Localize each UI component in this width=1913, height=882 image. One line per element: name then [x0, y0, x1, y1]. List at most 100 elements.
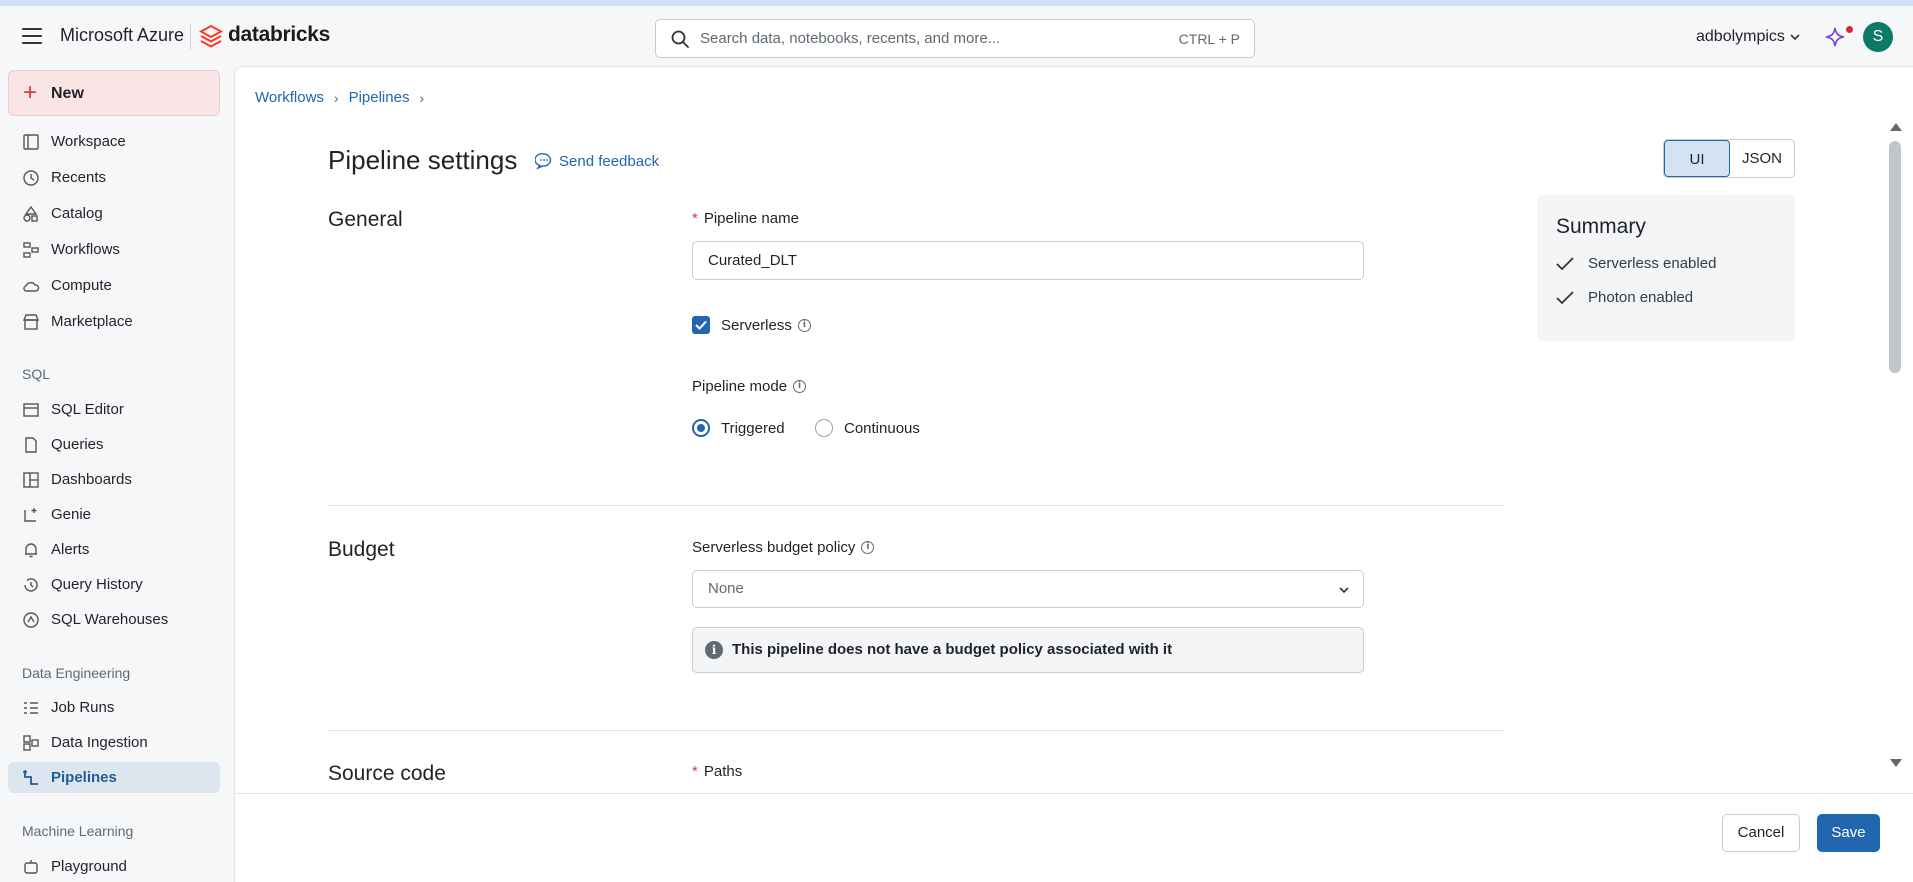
sidebar-item-pipelines[interactable]: Pipelines — [8, 762, 220, 793]
section-general-heading: General — [328, 208, 403, 231]
cloud-icon — [23, 281, 40, 292]
serverless-label-text: Serverless — [721, 317, 792, 334]
scroll-up-arrow-icon[interactable] — [1890, 123, 1902, 131]
pipeline-name-label-text: Pipeline name — [703, 210, 799, 227]
search-icon — [671, 30, 689, 48]
mode-triggered-radio[interactable] — [692, 419, 710, 437]
mode-continuous-radio[interactable] — [815, 419, 833, 437]
brand-databricks[interactable]: databricks — [228, 23, 330, 47]
sql-editor-icon — [23, 403, 39, 417]
notification-dot — [1846, 26, 1853, 33]
section-divider — [328, 505, 1504, 506]
sidebar-item-marketplace[interactable]: Marketplace — [8, 306, 220, 337]
sidebar-item-catalog[interactable]: Catalog — [8, 198, 220, 229]
workspace-switcher[interactable]: adbolympics — [1696, 28, 1801, 46]
cancel-button[interactable]: Cancel — [1722, 814, 1800, 852]
sidebar-item-genie[interactable]: Genie — [8, 499, 220, 530]
sidebar-item-label: Workspace — [51, 133, 126, 150]
sidebar-item-job-runs[interactable]: Job Runs — [8, 692, 220, 723]
global-search[interactable]: Search data, notebooks, recents, and mor… — [655, 19, 1255, 58]
scroll-thumb[interactable] — [1889, 141, 1901, 373]
sidebar: + New Workspace Recents Catalog Workflow… — [0, 68, 232, 882]
summary-item: Photon enabled — [1556, 289, 1693, 306]
sidebar-item-playground[interactable]: Playground — [8, 851, 220, 882]
workspace-name: adbolympics — [1696, 28, 1785, 45]
speech-bubble-icon — [535, 153, 552, 170]
scroll-down-arrow-icon[interactable] — [1890, 759, 1902, 767]
new-button[interactable]: + New — [8, 70, 220, 116]
save-button[interactable]: Save — [1817, 814, 1880, 852]
sidebar-item-queries[interactable]: Queries — [8, 429, 220, 460]
sidebar-item-query-history[interactable]: Query History — [8, 569, 220, 600]
search-shortcut: CTRL + P — [1178, 31, 1240, 47]
playground-icon — [24, 860, 38, 874]
pipeline-name-input[interactable]: Curated_DLT — [692, 241, 1364, 280]
dashboards-icon — [23, 472, 39, 488]
sidebar-item-label: Dashboards — [51, 471, 132, 488]
history-icon — [24, 578, 38, 592]
sidebar-item-label: Compute — [51, 277, 112, 294]
sidebar-item-recents[interactable]: Recents — [8, 162, 220, 193]
new-button-label: New — [51, 85, 84, 102]
required-marker: * — [692, 763, 698, 780]
checkmark-icon — [695, 320, 707, 330]
sidebar-item-label: Genie — [51, 506, 92, 523]
summary-item-label: Serverless enabled — [1588, 255, 1717, 272]
chevron-right-icon: › — [333, 89, 339, 106]
info-icon[interactable]: i — [797, 319, 811, 332]
user-avatar[interactable]: S — [1863, 22, 1893, 52]
genie-icon — [24, 508, 37, 522]
serverless-label: Serverless i — [721, 317, 811, 334]
info-icon[interactable]: i — [861, 541, 875, 554]
warehouse-icon — [23, 612, 39, 628]
menu-icon[interactable] — [22, 28, 42, 44]
sidebar-item-label: SQL Warehouses — [51, 611, 169, 628]
bell-icon — [25, 543, 37, 558]
info-icon[interactable]: i — [793, 380, 807, 393]
info-circle-icon: i — [705, 641, 723, 659]
sidebar-item-label: Job Runs — [51, 699, 115, 716]
paths-label-text: Paths — [703, 763, 743, 780]
pipelines-icon — [23, 770, 38, 785]
vertical-scrollbar[interactable] — [1887, 123, 1903, 773]
sidebar-item-data-ingestion[interactable]: Data Ingestion — [8, 727, 220, 758]
summary-item: Serverless enabled — [1556, 255, 1716, 272]
check-icon — [1556, 256, 1574, 270]
sidebar-item-sql-editor[interactable]: SQL Editor — [8, 394, 220, 425]
sidebar-item-label: Marketplace — [51, 313, 133, 330]
sidebar-item-label: SQL Editor — [51, 401, 124, 418]
job-runs-icon — [24, 702, 38, 714]
sidebar-item-alerts[interactable]: Alerts — [8, 534, 220, 565]
top-bar: Microsoft Azure databricks Search data, … — [0, 6, 1913, 68]
sidebar-item-compute[interactable]: Compute — [8, 270, 220, 301]
sidebar-item-dashboards[interactable]: Dashboards — [8, 464, 220, 495]
sidebar-item-label: Alerts — [51, 541, 90, 558]
catalog-icon — [23, 205, 38, 222]
sidebar-item-label: Pipelines — [51, 769, 117, 786]
send-feedback-link[interactable]: Send feedback — [535, 152, 659, 170]
databricks-logo-icon — [199, 24, 223, 48]
mode-triggered-label[interactable]: Triggered — [721, 420, 785, 437]
view-toggle-ui[interactable]: UI — [1664, 140, 1730, 177]
sidebar-item-label: Catalog — [51, 205, 103, 222]
pipeline-name-label: * Pipeline name — [692, 210, 799, 227]
budget-policy-select[interactable]: None — [692, 570, 1364, 608]
budget-policy-label: Serverless budget policy i — [692, 539, 875, 556]
brand-azure: Microsoft Azure — [60, 25, 185, 45]
sidebar-item-sql-warehouses[interactable]: SQL Warehouses — [8, 604, 220, 635]
sidebar-item-label: Query History — [51, 576, 143, 593]
budget-info-alert: i This pipeline does not have a budget p… — [692, 627, 1364, 673]
paths-label: * Paths — [692, 763, 742, 780]
plus-icon: + — [23, 79, 38, 106]
assistant-sparkle-icon[interactable] — [1824, 26, 1846, 48]
sidebar-section-data-engineering: Data Engineering — [22, 665, 131, 681]
sidebar-item-workflows[interactable]: Workflows — [8, 234, 220, 265]
store-icon — [22, 314, 40, 330]
pipeline-mode-label-text: Pipeline mode — [692, 378, 788, 395]
serverless-checkbox[interactable] — [692, 316, 710, 334]
view-toggle-json[interactable]: JSON — [1730, 140, 1794, 177]
sidebar-item-workspace[interactable]: Workspace — [8, 126, 220, 157]
mode-continuous-label[interactable]: Continuous — [844, 420, 920, 437]
breadcrumb-pipelines[interactable]: Pipelines — [349, 89, 410, 106]
breadcrumb-workflows[interactable]: Workflows — [255, 89, 324, 106]
